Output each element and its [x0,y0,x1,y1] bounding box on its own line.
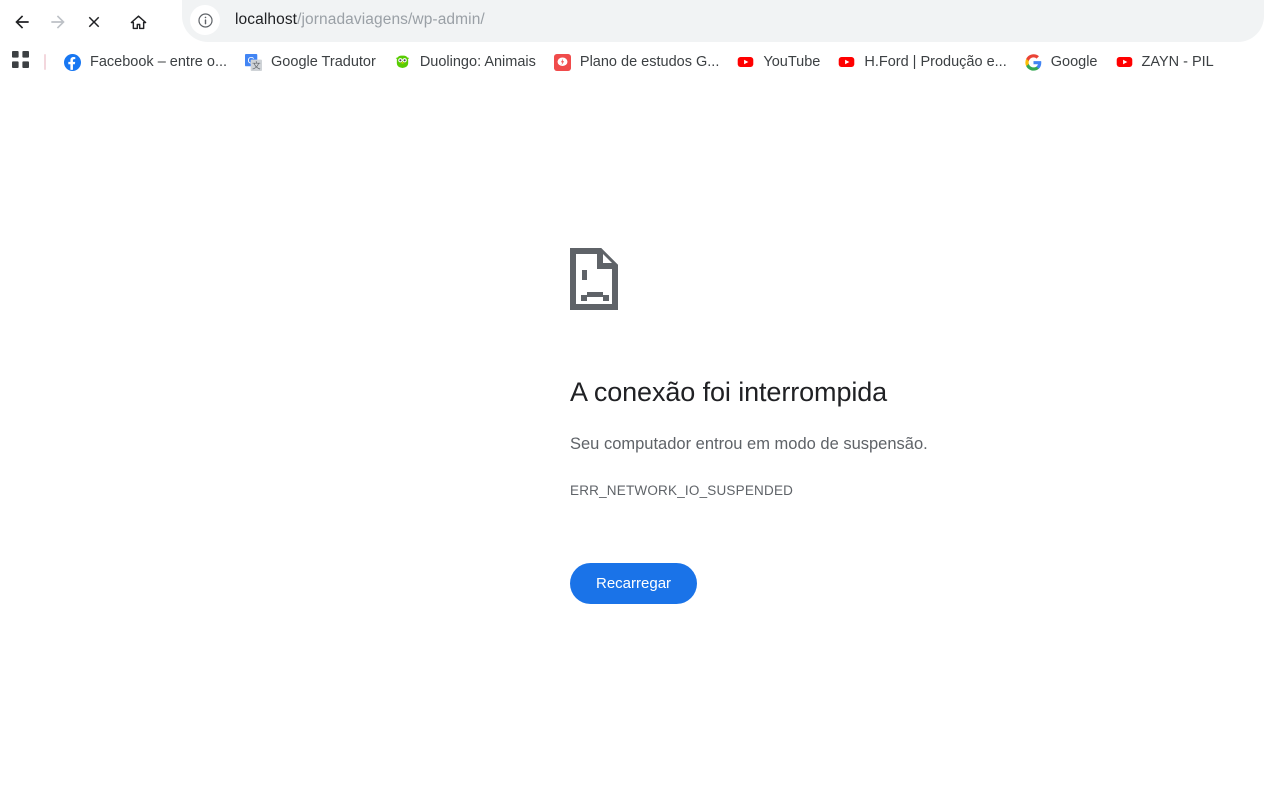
apps-grid-button[interactable] [6,48,34,76]
apps-grid-icon [11,51,29,73]
bookmark-item-google[interactable]: Google [1017,48,1106,76]
sad-page-icon [570,248,1170,315]
bookmark-item-duolingo[interactable]: Duolingo: Animais [386,48,544,76]
facebook-icon [64,53,81,71]
stop-button[interactable] [76,4,112,40]
google-translate-icon: G 文 [245,53,263,71]
forward-arrow-icon [48,12,68,32]
bookmark-item-google-tradutor[interactable]: G 文 Google Tradutor [237,48,384,76]
bookmark-label: Google Tradutor [271,54,376,70]
home-button[interactable] [120,4,156,40]
bookmark-item-plano-de-estudos[interactable]: Plano de estudos G... [546,48,727,76]
url-path: /jornadaviagens/wp-admin/ [297,11,485,28]
error-message: Seu computador entrou em modo de suspens… [570,435,928,453]
bookmark-label: Facebook – entre o... [90,54,228,70]
youtube-icon [1116,54,1133,71]
youtube-icon [737,54,754,71]
url-text: localhost/jornadaviagens/wp-admin/ [235,11,485,29]
bookmark-label: H.Ford | Produção e... [864,54,1007,70]
bookmark-item-facebook[interactable]: Facebook – entre o... [56,48,235,76]
bookmarks-bar: Facebook – entre o... G 文 Google Traduto… [0,44,1264,80]
bookmark-label: ZAYN - PIL [1141,54,1214,70]
bookmark-item-youtube[interactable]: YouTube [729,48,828,76]
forward-button[interactable] [40,4,76,40]
close-icon [85,13,103,31]
youtube-icon [838,54,855,71]
url-host: localhost [235,11,298,28]
home-icon [129,13,148,32]
reload-button[interactable]: Recarregar [570,562,698,604]
plano-estudos-icon [553,53,571,71]
browser-window: localhost/jornadaviagens/wp-admin/ Faceb… [0,0,1264,810]
bookmark-label: Plano de estudos G... [579,54,720,70]
bookmark-label: Google [1050,54,1098,70]
site-info-icon[interactable] [190,5,220,35]
google-icon [1025,53,1042,71]
error-page: A conexão foi interrompida Seu computado… [0,80,1264,810]
bookmarks-divider [44,54,46,70]
bookmark-item-hford[interactable]: H.Ford | Produção e... [830,48,1014,76]
back-arrow-icon [12,12,32,32]
bookmark-label: YouTube [763,54,821,70]
back-button[interactable] [4,4,40,40]
bookmark-item-zayn[interactable]: ZAYN - PIL [1108,48,1222,76]
address-bar[interactable]: localhost/jornadaviagens/wp-admin/ [182,0,1264,42]
error-title: A conexão foi interrompida [570,377,888,407]
error-content: A conexão foi interrompida Seu computado… [570,248,1170,604]
browser-toolbar: localhost/jornadaviagens/wp-admin/ [0,0,1264,44]
duolingo-icon [394,54,411,71]
svg-text:文: 文 [252,60,261,70]
address-bar-content: localhost/jornadaviagens/wp-admin/ [182,1,485,39]
bookmark-label: Duolingo: Animais [419,54,536,70]
error-code: ERR_NETWORK_IO_SUSPENDED [570,482,794,498]
